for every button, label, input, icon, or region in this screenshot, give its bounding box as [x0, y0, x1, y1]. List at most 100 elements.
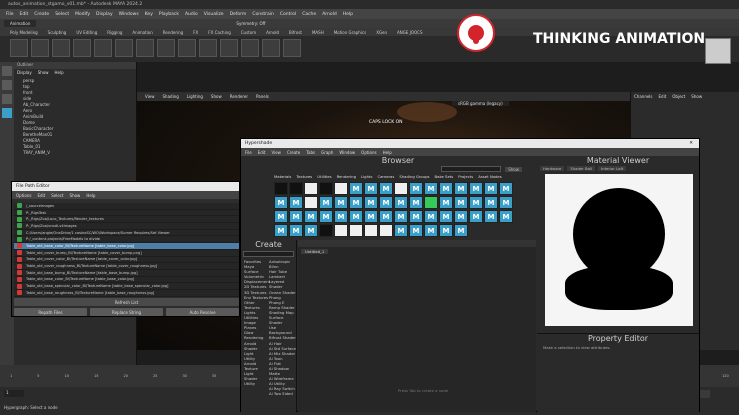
create-category[interactable]: Other Textures	[244, 300, 269, 310]
create-category[interactable]: Env Textures	[244, 295, 269, 300]
material-swatch[interactable]	[334, 224, 348, 237]
file-path-list[interactable]: /_sourceimages P:_RigsTest P:_Rigs/Zoo/Loc…	[14, 203, 239, 297]
maya-material-icon[interactable]: M	[379, 196, 393, 209]
maya-material-icon[interactable]: M	[439, 182, 453, 195]
material-swatch[interactable]	[349, 224, 363, 237]
material-swatch[interactable]	[379, 224, 393, 237]
file-path-row[interactable]: C:/Users/angie/OneDrive/1 casinoSC/WO/Wo…	[14, 230, 239, 237]
create-category[interactable]: 3D Textures	[244, 290, 269, 295]
shelf-tab-11[interactable]: MASH	[312, 30, 324, 35]
create-node[interactable]: Surface Shader	[269, 315, 296, 325]
show-button[interactable]: Show	[505, 166, 522, 172]
hs-menu-item-6[interactable]: Window	[339, 150, 355, 155]
maya-material-icon[interactable]: M	[289, 210, 303, 223]
shelf-tool-icon[interactable]	[157, 39, 175, 57]
shelf-tool-icon[interactable]	[31, 39, 49, 57]
maya-material-icon[interactable]: M	[409, 224, 423, 237]
maya-material-icon[interactable]: M	[439, 196, 453, 209]
menu-item-12[interactable]: Constrain	[252, 12, 274, 17]
create-node[interactable]: Layered Shader	[269, 279, 296, 289]
channel-menu-item-2[interactable]: Object	[672, 94, 685, 99]
maya-material-icon[interactable]: M	[409, 196, 423, 209]
create-category[interactable]: Image Planes	[244, 320, 269, 330]
hs-menu-item-0[interactable]: File	[245, 150, 252, 155]
create-node[interactable]: Bifrost Shader	[269, 335, 296, 340]
node-editor-tab[interactable]: Untitled_1	[301, 249, 329, 254]
hs-menu-item-2[interactable]: View	[271, 150, 281, 155]
fpe-menu-item-2[interactable]: Select	[51, 193, 63, 198]
viewport-menu-item-5[interactable]: Panels	[256, 94, 269, 99]
current-frame-field[interactable]: 1	[4, 390, 24, 397]
browser-tab-0[interactable]: Materials	[274, 174, 291, 179]
menu-item-6[interactable]: Windows	[119, 12, 139, 17]
mv-env-select[interactable]: Interior Loft	[598, 166, 627, 171]
shelf-tool-icon[interactable]	[283, 39, 301, 57]
shelf-tool-icon[interactable]	[115, 39, 133, 57]
maya-material-icon[interactable]: M	[424, 224, 438, 237]
hs-menu-item-1[interactable]: Edit	[258, 150, 266, 155]
menu-item-7[interactable]: Key	[145, 12, 153, 17]
maya-material-icon[interactable]: M	[454, 224, 468, 237]
maya-material-icon[interactable]: M	[364, 210, 378, 223]
browser-tab-9[interactable]: Asset Nodes	[478, 174, 501, 179]
create-node[interactable]: Ai Two Sided	[269, 391, 296, 396]
shelf-tab-2[interactable]: UV Editing	[76, 30, 97, 35]
material-swatches[interactable]: MMMMMMMMMMMMMMMMMMMMMMMMMMMMMMMMMMMMMMMM…	[271, 180, 525, 239]
replace-string-button[interactable]: Replace String	[90, 308, 163, 316]
shelf-tab-10[interactable]: Bifrost	[289, 30, 302, 35]
maya-material-icon[interactable]: M	[439, 210, 453, 223]
shelf-tool-icon[interactable]	[94, 39, 112, 57]
maya-material-icon[interactable]: M	[469, 182, 483, 195]
create-node[interactable]: Use Background	[269, 325, 296, 335]
hs-menu-item-5[interactable]: Graph	[321, 150, 333, 155]
mode-dropdown[interactable]: Animation	[4, 20, 37, 27]
menu-item-2[interactable]: Create	[34, 12, 49, 17]
file-path-row[interactable]: Table_old_base_color_Bl/TextureName [tab…	[14, 243, 239, 250]
material-swatch[interactable]	[334, 182, 348, 195]
outliner-item[interactable]: TRAY_ANIM_V	[17, 150, 133, 156]
file-path-row[interactable]: P:_Rigs/Zoo/vnodi-v4images	[14, 223, 239, 230]
maya-material-icon[interactable]: M	[304, 224, 318, 237]
material-swatch[interactable]	[319, 224, 333, 237]
maya-material-icon[interactable]: M	[394, 196, 408, 209]
hs-menu-item-8[interactable]: Help	[383, 150, 392, 155]
menu-item-16[interactable]: Help	[343, 12, 353, 17]
shelf-tab-5[interactable]: Rendering	[163, 30, 183, 35]
channel-menu-item-0[interactable]: Channels	[634, 94, 653, 99]
maya-material-icon[interactable]: M	[469, 196, 483, 209]
viewport-menu-item-2[interactable]: Lighting	[187, 94, 203, 99]
hs-menu-item-3[interactable]: Create	[287, 150, 300, 155]
maya-material-icon[interactable]: M	[469, 210, 483, 223]
browser-tab-6[interactable]: Shading Groups	[399, 174, 429, 179]
maya-material-icon[interactable]: M	[319, 196, 333, 209]
file-path-row[interactable]: Table_old_cover_color_Bl/TextureName [ta…	[14, 256, 239, 264]
menu-item-11[interactable]: Deform	[230, 12, 247, 17]
maya-material-icon[interactable]: M	[454, 196, 468, 209]
create-node[interactable]: Ocean Shader	[269, 290, 296, 295]
file-path-row[interactable]: Table_old_cover_roughness_Bl/TextureName…	[14, 263, 239, 270]
shelf-tab-3[interactable]: Rigging	[107, 30, 122, 35]
select-tool-icon[interactable]	[2, 66, 12, 76]
browser-search-field[interactable]	[441, 166, 502, 172]
menu-item-10[interactable]: Visualize	[204, 12, 224, 17]
maya-material-icon[interactable]: M	[454, 210, 468, 223]
maya-material-icon[interactable]: M	[364, 182, 378, 195]
create-node[interactable]: Ai Std Surface	[269, 346, 296, 351]
hs-menu-item-4[interactable]: Tabs	[306, 150, 315, 155]
channel-menu-item-3[interactable]: Show	[691, 94, 702, 99]
refresh-list-button[interactable]: Refresh List	[14, 298, 239, 306]
menu-item-14[interactable]: Cache	[302, 12, 316, 17]
file-path-row[interactable]: /_sourceimages	[14, 203, 239, 210]
material-swatch[interactable]	[304, 182, 318, 195]
fpe-menu-item-0[interactable]: Options	[16, 193, 31, 198]
outliner-menu-item-1[interactable]: Show	[38, 70, 49, 75]
maya-material-icon[interactable]: M	[484, 196, 498, 209]
file-path-row[interactable]: P:_Rigs/Zoo/Loco_Textures/Render_texture…	[14, 216, 239, 224]
file-path-row[interactable]: Table_old_base_roughness_Bl/TextureName …	[14, 290, 239, 297]
menu-item-8[interactable]: Playback	[159, 12, 179, 17]
maya-material-icon[interactable]: M	[484, 210, 498, 223]
shelf-tab-7[interactable]: FX Caching	[208, 30, 230, 35]
maya-material-icon[interactable]: M	[394, 210, 408, 223]
menu-item-4[interactable]: Modify	[75, 12, 90, 17]
shelf-tool-icon[interactable]	[178, 39, 196, 57]
